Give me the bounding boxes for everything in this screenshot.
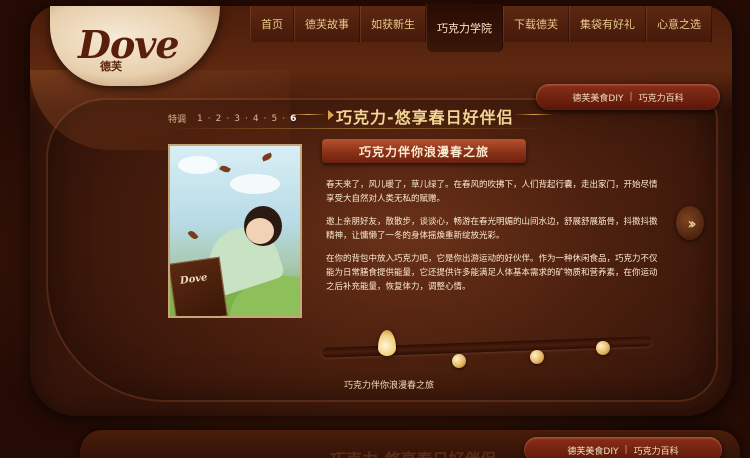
tab-separator: | <box>624 445 628 455</box>
heading-line-right <box>514 114 554 115</box>
main-nav: 首页 德芙故事 如获新生 巧克力学院 下载德芙 集袋有好礼 心意之选 <box>250 4 712 52</box>
nav-item-collect-gifts[interactable]: 集袋有好礼 <box>569 6 646 42</box>
timeline-stop[interactable] <box>530 350 544 364</box>
heading-underline <box>170 128 550 129</box>
pager-page-2[interactable]: 2 <box>216 114 222 124</box>
feature-subtitle-banner: 巧克力伴你浪漫春之旅 <box>322 139 526 163</box>
pager-dot: · <box>282 113 286 124</box>
pager-page-5[interactable]: 5 <box>271 114 277 124</box>
feature-pager: 特调 1 · 2 · 3 · 4 · 5 · 6 <box>168 112 296 126</box>
double-chevron-right-icon: ›› <box>687 213 696 233</box>
feature-illustration: Dove <box>168 144 302 318</box>
pager-dot: · <box>207 113 211 124</box>
dove-logo-cn: 德芙 <box>100 60 122 73</box>
category-tabs: 德芙美食DIY | 巧克力百科 <box>536 84 720 110</box>
leaf-shape <box>187 229 199 241</box>
feature-body: 春天来了，风儿暖了，草儿绿了。在春风的吹拂下，人们背起行囊，走出家门，开始尽情享… <box>326 178 660 303</box>
tab-dove-diy-preview[interactable]: 德芙美食DIY <box>567 444 618 457</box>
next-section-title: 巧克力-悠享春日好伴侣 <box>330 446 497 458</box>
pager-dot: · <box>244 113 248 124</box>
pager-page-6[interactable]: 6 <box>290 114 296 124</box>
pager-label: 特调 <box>168 115 187 125</box>
chocolate-bar-image <box>170 256 228 316</box>
timeline-caption: 巧克力伴你浪漫春之旅 <box>344 381 435 391</box>
nav-item-download[interactable]: 下载德芙 <box>503 6 569 42</box>
timeline-stop[interactable] <box>452 354 466 368</box>
tab-chocolate-encyclopedia-preview[interactable]: 巧克力百科 <box>634 444 679 457</box>
tab-separator: | <box>629 92 633 102</box>
nav-item-dove-story[interactable]: 德芙故事 <box>294 6 360 42</box>
figure-face <box>246 218 274 244</box>
next-button[interactable]: ›› <box>676 206 704 240</box>
nav-item-chocolate-academy[interactable]: 巧克力学院 <box>426 4 503 52</box>
heading-arrow-icon <box>328 110 334 120</box>
pager-dot: · <box>226 113 230 124</box>
heading-line-left <box>290 114 326 115</box>
dove-logo[interactable]: Dove <box>78 22 180 67</box>
pager-page-3[interactable]: 3 <box>234 114 240 124</box>
category-tabs-preview: 德芙美食DIY | 巧克力百科 <box>524 437 722 458</box>
feature-paragraph-2: 邀上亲朋好友，散散步，谈谈心，畅游在春光明媚的山间水边，舒展舒展筋骨，抖擞抖擞精… <box>326 217 658 241</box>
cloud-shape <box>178 156 218 174</box>
tab-dove-diy[interactable]: 德芙美食DIY <box>572 91 623 104</box>
cloud-shape <box>230 174 280 194</box>
feature-title: 巧克力-悠享春日好伴侣 <box>336 108 514 127</box>
feature-paragraph-3: 在你的背包中放入巧克力吧，它是你出游运动的好伙伴。作为一种休闲食品，巧克力不仅能… <box>326 254 658 292</box>
nav-item-home[interactable]: 首页 <box>250 6 294 42</box>
leaf-shape <box>219 163 231 175</box>
leaf-shape <box>261 152 273 162</box>
pager-page-1[interactable]: 1 <box>197 114 203 124</box>
feature-paragraph-1: 春天来了，风儿暖了，草儿绿了。在春风的吹拂下，人们背起行囊，走出家门，开始尽情享… <box>326 180 658 204</box>
feature-timeline <box>322 330 652 368</box>
timeline-stop[interactable] <box>596 341 610 355</box>
nav-item-gift-choice[interactable]: 心意之选 <box>646 6 712 42</box>
pager-page-4[interactable]: 4 <box>253 114 259 124</box>
nav-item-rebirth[interactable]: 如获新生 <box>360 6 426 42</box>
tab-chocolate-encyclopedia[interactable]: 巧克力百科 <box>639 91 684 104</box>
timeline-stop-active[interactable] <box>378 330 396 356</box>
pager-dot: · <box>263 113 267 124</box>
